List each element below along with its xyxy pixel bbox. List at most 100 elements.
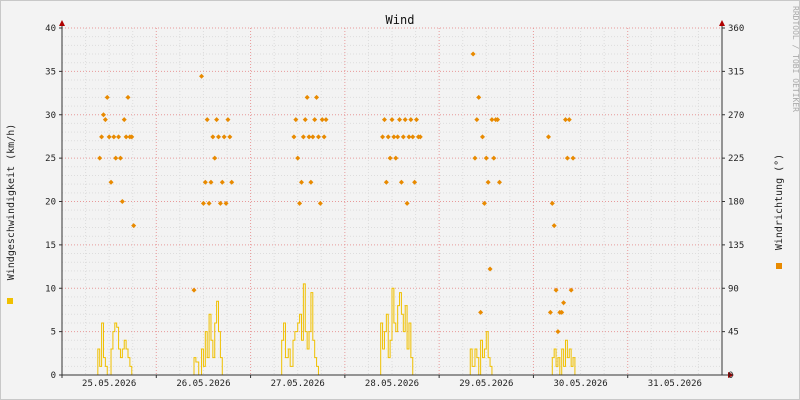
wind-direction-point xyxy=(546,134,552,140)
wind-direction-point xyxy=(314,94,320,100)
wind-chart: 0 5 10 15 20 25 30 35 40 0 45 90 135 180 225 270 315 360… xyxy=(6,6,800,389)
x-tick-label: 30.05.2026 xyxy=(553,379,607,389)
x-tick-label: 28.05.2026 xyxy=(365,379,419,389)
wind-direction-point xyxy=(483,155,489,161)
wind-direction-point xyxy=(99,134,105,140)
wind-direction-point xyxy=(476,94,482,100)
wind-direction-point xyxy=(485,179,491,185)
wind-direction-point xyxy=(397,117,403,123)
wind-direction-point xyxy=(102,117,108,123)
wind-direction-point xyxy=(408,117,414,123)
y-tick-label: 20 xyxy=(45,198,56,208)
wind-direction-point xyxy=(315,134,321,140)
wind-direction-point xyxy=(387,155,393,161)
y-axis-left-ticks: 0 5 10 15 20 25 30 35 40 xyxy=(45,24,62,381)
wind-speed-line xyxy=(95,283,576,376)
wind-direction-point xyxy=(119,199,125,204)
wind-direction-point xyxy=(212,155,218,161)
wind-direction-point xyxy=(491,155,497,161)
x-tick-label: 25.05.2026 xyxy=(82,379,136,389)
wind-direction-point xyxy=(116,134,122,140)
y2-tick-label: 135 xyxy=(728,241,744,251)
wind-direction-point xyxy=(551,223,557,229)
wind-direction-point xyxy=(400,134,406,140)
wind-direction-point xyxy=(480,134,486,140)
wind-direction-point xyxy=(474,117,480,123)
wind-direction-point xyxy=(225,117,231,123)
wind-direction-point xyxy=(402,117,408,123)
wind-direction-point xyxy=(308,179,314,185)
wind-direction-point xyxy=(111,134,117,140)
wind-direction-point xyxy=(381,117,387,123)
wind-direction-point xyxy=(214,117,220,123)
y2-tick-label: 315 xyxy=(728,67,744,77)
wind-direction-point xyxy=(104,94,110,100)
wind-direction-point xyxy=(200,200,206,206)
wind-direction-point xyxy=(383,179,389,185)
wind-direction-point xyxy=(304,94,310,100)
y-axis-left-legend-swatch xyxy=(7,298,13,304)
wind-direction-point xyxy=(566,117,572,123)
wind-direction-point xyxy=(206,200,212,206)
y-tick-label: 35 xyxy=(45,67,56,77)
y2-tick-label: 225 xyxy=(728,154,744,164)
wind-direction-point xyxy=(395,134,401,140)
y-tick-label: 5 xyxy=(51,328,56,338)
wind-direction-point xyxy=(385,134,391,140)
wind-direction-point xyxy=(302,117,308,123)
y-axis-left-arrow xyxy=(59,20,65,26)
wind-speed-series xyxy=(95,283,576,376)
wind-direction-point xyxy=(121,117,127,123)
y-tick-label: 25 xyxy=(45,154,56,164)
wind-direction-point xyxy=(472,155,478,161)
wind-direction-point xyxy=(393,155,399,161)
x-tick-label: 27.05.2026 xyxy=(271,379,325,389)
y2-tick-label: 360 xyxy=(728,24,744,34)
x-tick-label: 26.05.2026 xyxy=(176,379,230,389)
wind-direction-point xyxy=(125,94,131,100)
y2-tick-label: 90 xyxy=(728,284,739,294)
wind-direction-point xyxy=(404,200,410,206)
y-tick-label: 10 xyxy=(45,284,56,294)
wind-direction-point xyxy=(570,155,576,161)
wind-direction-point xyxy=(310,134,316,140)
watermark: RRDTOOL / TOBI OETIKER xyxy=(791,6,800,112)
wind-direction-point xyxy=(410,134,416,140)
wind-direction-point xyxy=(398,179,404,185)
y2-tick-label: 180 xyxy=(728,198,744,208)
y-axis-right-ticks: 0 45 90 135 180 225 270 315 360 xyxy=(722,24,744,381)
x-tick-label: 31.05.2026 xyxy=(648,379,702,389)
wind-direction-point xyxy=(199,73,205,79)
wind-direction-point xyxy=(389,117,395,123)
wind-direction-point xyxy=(312,117,318,123)
wind-direction-point xyxy=(300,134,306,140)
y2-tick-label: 45 xyxy=(728,328,739,338)
y-axis-right-legend-swatch xyxy=(776,263,782,269)
wind-direction-point xyxy=(227,134,233,140)
wind-direction-point xyxy=(295,155,301,161)
wind-direction-point xyxy=(191,287,197,293)
wind-direction-point xyxy=(561,300,567,306)
wind-direction-point xyxy=(210,134,216,140)
wind-direction-point xyxy=(380,134,386,140)
wind-direction-point xyxy=(555,329,561,335)
wind-direction-point xyxy=(323,117,329,123)
wind-direction-point xyxy=(106,134,112,140)
wind-direction-point xyxy=(564,155,570,161)
y-tick-label: 30 xyxy=(45,111,56,121)
wind-direction-point xyxy=(117,155,123,161)
wind-direction-point xyxy=(216,134,222,140)
x-tick-label: 29.05.2026 xyxy=(459,379,513,389)
axes xyxy=(59,20,734,378)
wind-direction-point xyxy=(113,155,119,161)
y-axis-left-label: Windgeschwindigkeit (km/h) xyxy=(6,124,17,281)
y-axis-right-label: Windrichtung (°) xyxy=(774,154,785,250)
x-axis-ticks: 25.05.2026 26.05.2026 27.05.2026 28.05.2026… xyxy=(61,375,702,389)
wind-direction-point xyxy=(108,179,114,185)
y-tick-label: 40 xyxy=(45,24,56,34)
y-axis-right-arrow xyxy=(719,20,725,26)
wind-direction-point xyxy=(470,51,476,57)
wind-direction-point xyxy=(100,112,106,118)
y2-tick-label: 270 xyxy=(728,111,744,121)
y2-tick-label: 0 xyxy=(728,371,733,381)
